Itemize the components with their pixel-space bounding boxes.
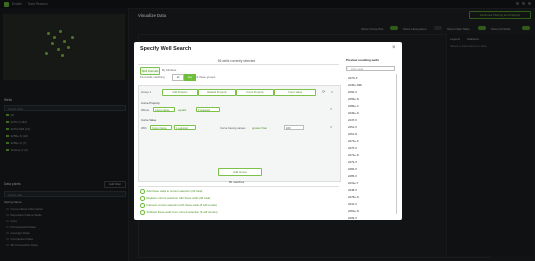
subtract-wells-option[interactable]: Subtract these wells from current select… [140, 210, 217, 215]
preview-well-item[interactable]: 2230e-NMI [348, 83, 362, 87]
curve-value-name-select[interactable]: Curve Name [150, 125, 172, 130]
intersect-wells-option[interactable]: Intersect current selection with these w… [140, 203, 217, 208]
group-label: Group 1 [141, 90, 152, 94]
curve-value-button[interactable]: Curve Value [274, 89, 316, 96]
preview-well-item[interactable]: 2285-X [348, 174, 357, 178]
preview-search-input[interactable]: Filter wells [346, 66, 395, 71]
radio-icon[interactable] [140, 210, 145, 215]
preview-title: Preview resulting wells [346, 58, 380, 62]
action-label: Replace current selection with these wel… [146, 196, 211, 200]
match-any-option[interactable]: any [184, 74, 196, 81]
preview-well-item[interactable]: 2278e-N [348, 195, 359, 199]
match-suffix: of these groups [196, 75, 216, 79]
divider [138, 186, 339, 187]
preview-wells-panel: Preview resulting wells Filter wells ⌕ 2… [343, 54, 398, 220]
preview-well-item[interactable]: 2273e-X [348, 139, 359, 143]
action-label: Add these wells to current selection (30… [146, 189, 203, 193]
match-count: 36 matches [228, 180, 245, 184]
remove-condition-icon[interactable]: × [330, 106, 332, 111]
threshold-input[interactable]: 100 [284, 125, 304, 130]
tab-by-attribute[interactable]: By Attribute [162, 68, 176, 72]
match-mode-toggle[interactable]: all any [172, 74, 196, 81]
preview-well-item[interactable]: 2282-X [348, 167, 357, 171]
action-label: Intersect current selection with these w… [146, 203, 218, 207]
close-icon[interactable]: × [392, 45, 396, 51]
property-value-select[interactable]: 2 selected [196, 107, 220, 112]
preview-well-item[interactable]: 2260-X [348, 90, 357, 94]
add-group-button[interactable]: Add Group [218, 168, 262, 176]
preview-well-item[interactable]: 2274e-N [348, 153, 359, 157]
preview-well-item[interactable]: 2279-X [348, 160, 357, 164]
curve-property-button[interactable]: Curve Property [236, 89, 274, 96]
delete-group-icon[interactable]: × [331, 89, 333, 94]
preview-well-item[interactable]: 2280e-X [348, 104, 359, 108]
replace-wells-option[interactable]: Replace current selection with these wel… [140, 196, 210, 201]
refresh-icon[interactable]: ⟳ [322, 89, 325, 94]
preview-well-item[interactable]: 224T-X [348, 118, 357, 122]
where-label: Where [141, 108, 150, 112]
preview-well-item[interactable]: 2255e-N [348, 97, 359, 101]
preview-well-item[interactable]: 2251-X [348, 125, 357, 129]
curve-value-selected[interactable]: 1 selected [174, 125, 196, 130]
having-label: Curve having values [220, 126, 246, 130]
dialog-title: Specify Well Search [140, 46, 192, 52]
preview-scrollbar[interactable] [396, 74, 398, 214]
specify-well-search-dialog: Specify Well Search × 56 wells currently… [134, 42, 402, 220]
radio-icon[interactable] [140, 189, 145, 194]
add-property-button[interactable]: Add Property [162, 89, 198, 96]
preview-well-item[interactable]: 2276-X [348, 146, 357, 150]
preview-well-item[interactable]: 2261-N [348, 132, 357, 136]
action-label: Subtract these wells from current select… [146, 210, 218, 214]
match-all-option[interactable]: all [172, 74, 184, 81]
curve-value-title: Curve Value [141, 118, 157, 122]
remove-condition-icon[interactable]: × [330, 124, 332, 129]
preview-search-placeholder: Filter wells [351, 68, 364, 71]
search-icon: ⌕ [347, 66, 349, 70]
selected-count: 56 wells currently selected [217, 59, 256, 63]
preview-well-item[interactable]: 2209-X [348, 216, 357, 220]
radio-icon[interactable] [140, 203, 145, 208]
preview-well-item[interactable]: 227D-X [348, 76, 357, 80]
preview-well-item[interactable]: 2248-X [348, 188, 357, 192]
add-wells-option[interactable]: Add these wells to current selection (30… [140, 189, 202, 194]
preview-well-item[interactable]: 2236e-N [348, 111, 359, 115]
match-prefix: Find wells matching [140, 75, 165, 79]
operator-select[interactable]: equals [178, 108, 186, 112]
divider [138, 64, 339, 65]
radio-icon[interactable] [140, 196, 145, 201]
preview-well-item[interactable]: 2281e-N [348, 209, 359, 213]
curve-name-select[interactable]: Curve Name [153, 107, 175, 112]
tab-well-intervals[interactable]: Well Intervals [140, 67, 160, 75]
curve-property-title: Curve Property [141, 101, 160, 105]
comparator-select[interactable]: greater than [252, 126, 267, 130]
with-label: With [141, 126, 147, 130]
preview-well-item[interactable]: 2241-X [348, 202, 357, 206]
preview-well-item[interactable]: 2231e-T [348, 181, 358, 185]
related-property-button[interactable]: Related Property [198, 89, 236, 96]
